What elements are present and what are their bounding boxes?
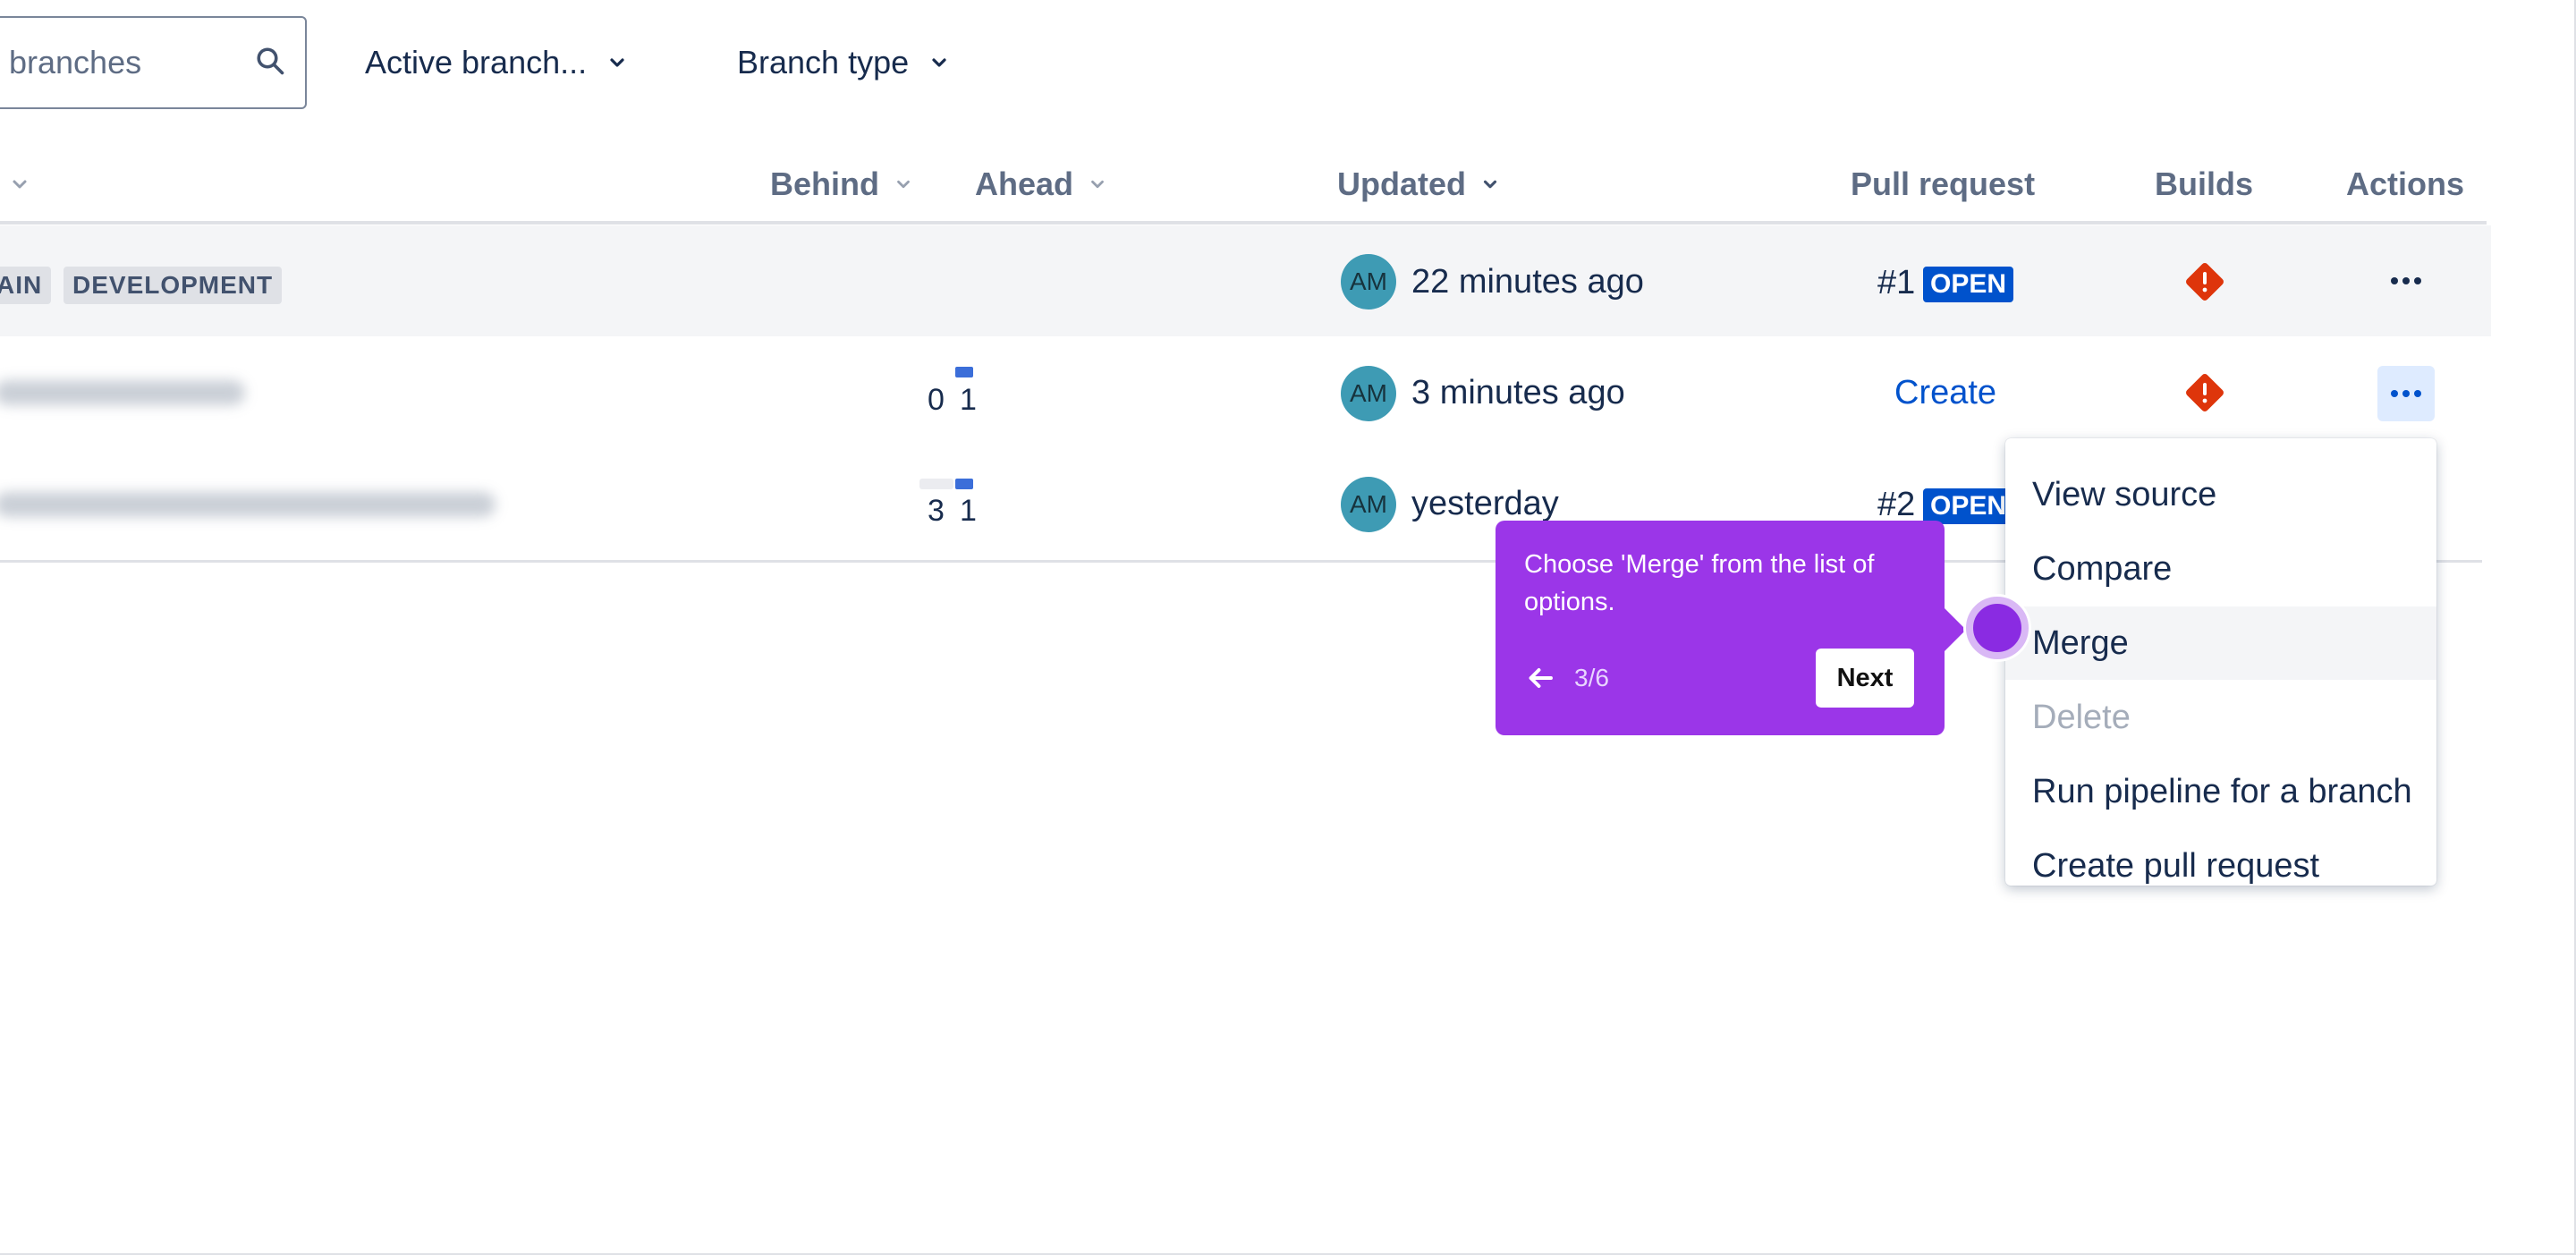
menu-item-view-source[interactable]: View source <box>2005 458 2436 531</box>
branch-tag-development: DEVELOPMENT <box>64 267 283 304</box>
branch-actions-menu: View source Compare Merge Delete Run pip… <box>2005 438 2436 886</box>
branch-tag-main: AIN <box>0 267 52 304</box>
column-header-ahead-label: Ahead <box>975 165 1074 202</box>
pr-status-badge: OPEN <box>1923 267 2014 302</box>
column-header-ahead[interactable]: Ahead <box>975 166 1107 202</box>
pull-request-link[interactable]: #1 <box>1877 263 1915 302</box>
menu-item-delete: Delete <box>2032 699 2131 736</box>
column-header-builds: Builds <box>2155 165 2254 202</box>
table-row[interactable] <box>0 225 2491 336</box>
branch-name-redacted[interactable] <box>0 492 496 517</box>
search-icon[interactable] <box>254 45 286 77</box>
behind-count: 0 <box>928 383 945 417</box>
menu-item-compare[interactable]: Compare <box>2005 532 2436 606</box>
avatar: AM <box>1341 366 1396 421</box>
menu-item-create-pull-request[interactable]: Create pull request <box>2005 829 2436 903</box>
guide-tooltip-pointer <box>1945 608 1966 651</box>
updated-time: 3 minutes ago <box>1411 374 1625 411</box>
chevron-down-icon <box>1483 180 1497 189</box>
branch-name-redacted[interactable] <box>0 380 245 405</box>
build-failed-icon[interactable] <box>2183 371 2226 414</box>
updated-time: 22 minutes ago <box>1411 263 1644 301</box>
pr-status-badge: OPEN <box>1923 488 2014 524</box>
guide-tooltip: Choose 'Merge' from the list of options.… <box>1496 521 1945 735</box>
branch-status-filter[interactable]: Active branch... <box>365 45 628 81</box>
ahead-count: 1 <box>960 383 977 417</box>
updated-time: yesterday <box>1411 485 1559 522</box>
column-header-updated[interactable]: Updated <box>1337 166 1500 202</box>
branch-type-filter-label: Branch type <box>737 44 910 81</box>
build-failed-icon[interactable] <box>2183 260 2226 303</box>
chevron-down-icon <box>932 58 946 67</box>
more-icon <box>2391 277 2421 284</box>
ahead-count: 1 <box>960 494 977 528</box>
column-header-actions: Actions <box>2346 165 2465 202</box>
branch-status-filter-label: Active branch... <box>365 44 588 81</box>
avatar: AM <box>1341 477 1396 532</box>
column-header-behind-label: Behind <box>770 165 879 202</box>
guide-tooltip-text: Choose 'Merge' from the list of options. <box>1524 550 1875 616</box>
behind-bar <box>919 479 953 489</box>
branch-type-filter[interactable]: Branch type <box>737 45 950 81</box>
chevron-down-icon <box>897 180 910 189</box>
avatar: AM <box>1341 254 1396 310</box>
column-header-behind[interactable]: Behind <box>770 166 913 202</box>
branch-search-placeholder: branches <box>9 44 142 81</box>
ahead-bar <box>955 367 973 377</box>
guide-hotspot-beacon[interactable] <box>1966 597 2029 659</box>
row-actions-button-active[interactable] <box>2377 366 2435 421</box>
arrow-left-icon[interactable] <box>1524 662 1556 694</box>
guide-step-counter: 3/6 <box>1574 664 1609 691</box>
pull-request-link[interactable]: #2 <box>1877 485 1915 524</box>
row-actions-button[interactable] <box>2377 253 2435 309</box>
behind-count: 3 <box>928 494 945 528</box>
branch-sort-chevron-icon[interactable] <box>9 174 30 195</box>
more-icon <box>2391 390 2421 397</box>
table-header-divider <box>0 221 2487 225</box>
menu-item-merge[interactable]: Merge <box>2005 606 2436 680</box>
guide-next-button[interactable]: Next <box>1816 649 1914 708</box>
menu-item-run-pipeline[interactable]: Run pipeline for a branch <box>2005 755 2436 828</box>
column-header-updated-label: Updated <box>1337 165 1466 202</box>
create-pull-request-link[interactable]: Create <box>1894 373 1996 412</box>
ahead-bar <box>955 479 973 489</box>
chevron-down-icon <box>610 58 624 67</box>
column-header-pull-request: Pull request <box>1851 165 2036 202</box>
chevron-down-icon <box>1091 180 1104 189</box>
